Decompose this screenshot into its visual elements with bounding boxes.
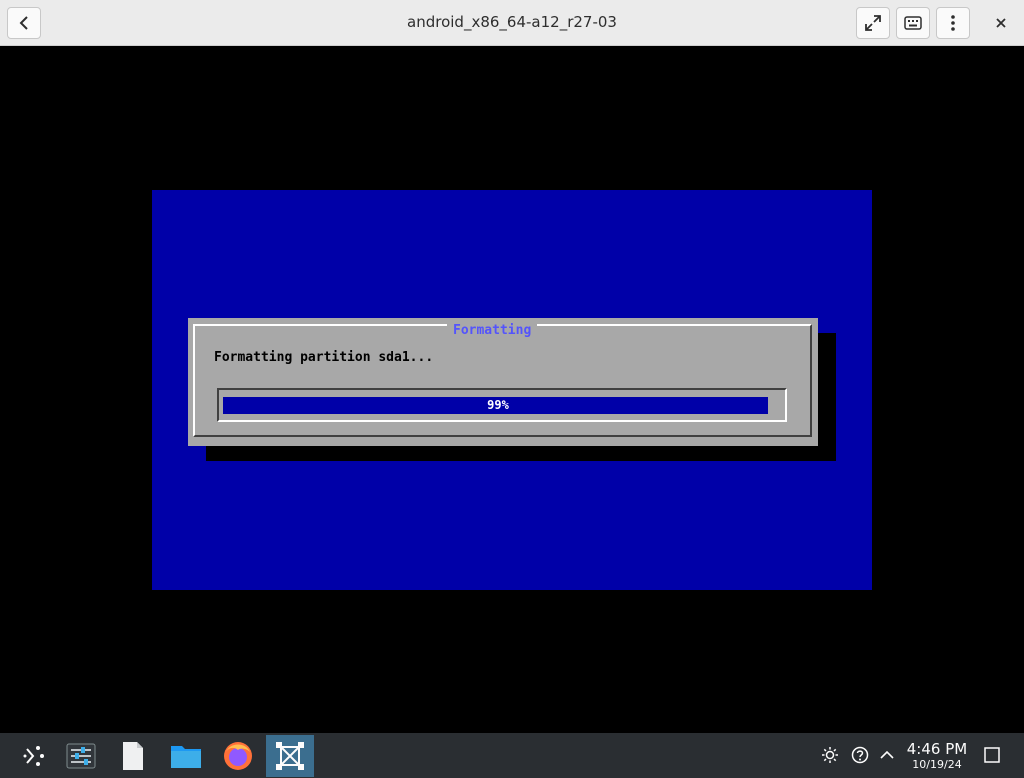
folder-icon [171,746,201,768]
expand-arrows-icon [865,15,881,31]
brightness-icon [822,747,838,763]
system-settings-button[interactable] [61,736,101,776]
progress-track: 99% [223,397,773,414]
vertical-dots-icon [951,15,955,31]
brightness-button[interactable] [820,745,840,765]
close-button[interactable] [988,10,1014,36]
taskbar: 4:46 PM 10/19/24 [0,733,1024,778]
dialog-title: Formatting [447,323,538,338]
vm-box-icon [276,742,304,770]
clock-date[interactable]: 10/19/24 [900,758,974,771]
file-manager-button[interactable] [166,736,206,776]
window-titlebar: android_x86_64-a12_r27-03 [0,0,1024,46]
clock-time[interactable]: 4:46 PM [900,740,974,758]
firefox-button[interactable] [218,736,258,776]
progress-percent: 99% [487,398,509,412]
vm-manager-button[interactable] [266,735,314,777]
settings-sliders-icon [66,743,96,769]
show-desktop-button[interactable] [982,745,1002,765]
vm-display[interactable]: Formatting Formatting partition sda1... … [0,47,1024,733]
help-icon [851,746,869,764]
close-icon [996,18,1006,28]
help-button[interactable] [850,745,870,765]
text-document-button[interactable] [113,736,153,776]
status-message: Formatting partition sda1... [214,350,434,365]
menu-button[interactable] [936,7,970,39]
progress-gauge: 99% [217,388,787,422]
keyboard-button[interactable] [896,7,930,39]
formatting-dialog: Formatting Formatting partition sda1... … [188,318,818,446]
chevron-up-icon [880,750,894,759]
document-icon [123,742,143,770]
kde-launcher-icon [23,746,44,766]
application-launcher-button[interactable] [14,736,54,776]
show-desktop-icon [984,747,1000,763]
firefox-icon [224,742,252,770]
keyboard-icon [904,16,922,30]
fullscreen-button[interactable] [856,7,890,39]
show-hidden-icons-button[interactable] [877,745,897,765]
